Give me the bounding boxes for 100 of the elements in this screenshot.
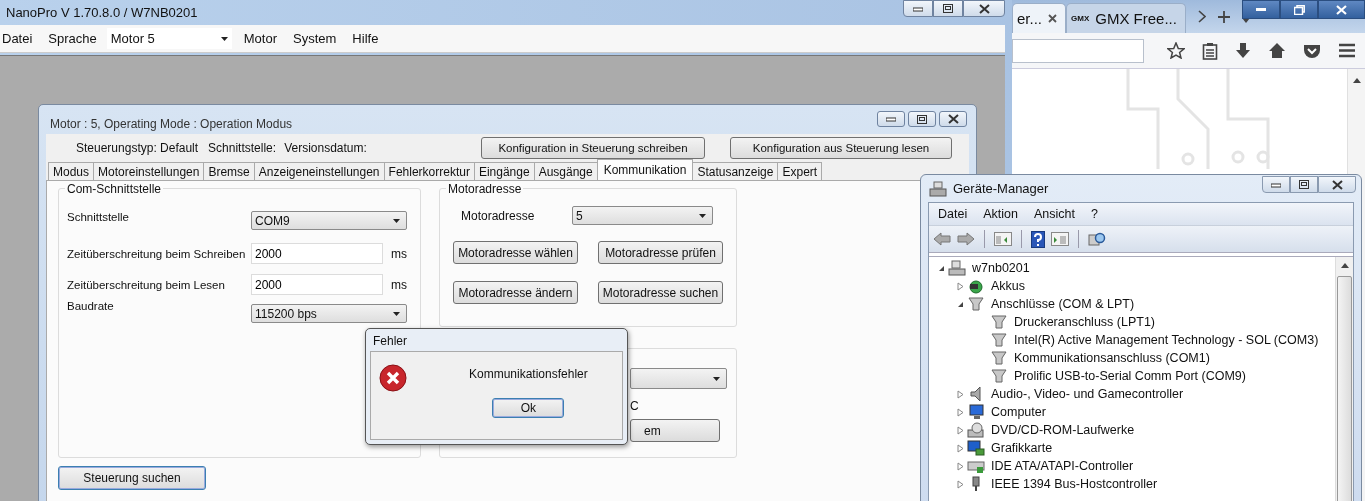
pocket-icon[interactable]: [1303, 42, 1321, 59]
scan-hardware-icon[interactable]: [1088, 231, 1106, 247]
minimize-button[interactable]: [1242, 0, 1280, 19]
expand-arrow-icon[interactable]: [957, 389, 964, 399]
properties-icon[interactable]: [1051, 232, 1069, 246]
dropdown-arrow-icon: [699, 213, 706, 218]
tree-item[interactable]: Anschlüsse (COM & LPT): [991, 297, 1135, 311]
menu-item[interactable]: Hilfe: [346, 31, 389, 46]
menu-item[interactable]: Sprache: [42, 31, 107, 46]
maximize-icon: [917, 114, 927, 124]
tree-item[interactable]: IDE ATA/ATAPI-Controller: [991, 459, 1134, 473]
maximize-button[interactable]: [1290, 176, 1318, 193]
home-icon[interactable]: [1268, 42, 1286, 59]
scroll-tabs-icon[interactable]: [1197, 10, 1206, 23]
dropdown-arrow-icon: [713, 376, 720, 381]
computer-icon: [948, 260, 966, 276]
dialog-title: Fehler: [372, 334, 408, 350]
menu-item[interactable]: ?: [1090, 207, 1098, 221]
expand-arrow-icon[interactable]: [957, 443, 964, 453]
dropdown[interactable]: [630, 368, 727, 389]
address-field[interactable]: [1012, 38, 1144, 63]
tab[interactable]: Anzeigeneinstellungen: [253, 162, 385, 180]
browser-tab[interactable]: GMX GMX Free...: [1066, 3, 1186, 33]
help-icon[interactable]: [1031, 230, 1045, 248]
dropdown[interactable]: 5: [572, 206, 713, 225]
tree-item[interactable]: Audio-, Video- und Gamecontroller: [991, 387, 1184, 401]
tab[interactable]: Kommunikation: [596, 159, 694, 180]
tab[interactable]: Eingänge: [473, 162, 535, 180]
search-controller-button[interactable]: Steuerung suchen: [58, 466, 206, 490]
close-button[interactable]: [939, 111, 967, 127]
tree-item[interactable]: Druckeranschluss (LPT1): [1014, 315, 1155, 329]
browser-tab[interactable]: er...: [1012, 3, 1066, 33]
tab[interactable]: Statusanzeige: [692, 162, 779, 180]
close-button[interactable]: [963, 0, 1005, 17]
info-label: Steuerungstyp: Default: [76, 140, 199, 155]
tree-item[interactable]: w7nb0201: [972, 261, 1030, 275]
forward-icon[interactable]: [957, 232, 975, 246]
tab[interactable]: Ausgänge: [533, 162, 598, 180]
motor-dropdown[interactable]: Motor 5: [106, 28, 232, 49]
clipboard-icon[interactable]: [1202, 41, 1218, 60]
restore-button[interactable]: [1280, 0, 1318, 19]
action-button[interactable]: em: [630, 419, 720, 442]
tree-item[interactable]: IEEE 1394 Bus-Hostcontroller: [991, 477, 1158, 491]
maximize-button[interactable]: [908, 111, 936, 127]
minimize-icon: [1256, 7, 1266, 12]
minimize-button[interactable]: [877, 111, 905, 127]
scrollbar-thumb[interactable]: [1337, 276, 1352, 501]
tree-item[interactable]: Akkus: [991, 279, 1026, 293]
download-icon[interactable]: [1235, 42, 1251, 59]
new-tab-icon[interactable]: [1217, 11, 1230, 23]
tree-item[interactable]: Computer: [991, 405, 1046, 419]
monitor-icon: [967, 404, 985, 420]
address-button[interactable]: Motoradresse prüfen: [598, 241, 723, 264]
dropdown-arrow-icon: [220, 36, 228, 41]
tab[interactable]: Expert: [777, 162, 823, 180]
tree-item[interactable]: Intel(R) Active Management Technology - SOL (COM3): [1014, 333, 1319, 347]
minimize-icon: [886, 116, 896, 122]
tree-item[interactable]: Kommunikationsanschluss (COM1): [1014, 351, 1210, 365]
expand-arrow-icon[interactable]: [957, 407, 964, 417]
address-button[interactable]: Motoradresse wählen: [453, 241, 578, 264]
menu-icon[interactable]: [1338, 43, 1356, 58]
console-tree-icon[interactable]: [994, 232, 1012, 246]
expand-arrow-icon[interactable]: [957, 425, 964, 435]
tree-item[interactable]: Prolific USB-to-Serial Comm Port (COM9): [1014, 369, 1246, 383]
error-message: Kommunikationsfehler: [469, 367, 588, 381]
expand-arrow-icon[interactable]: [957, 479, 964, 489]
close-button[interactable]: [1318, 0, 1365, 19]
field-label: Zeitüberschreitung beim Lesen: [67, 278, 226, 291]
menu-item[interactable]: System: [287, 31, 347, 46]
menu-item[interactable]: Aktion: [983, 207, 1018, 221]
write-config-button[interactable]: Konfiguration in Steuerung schreiben: [481, 136, 705, 159]
close-button[interactable]: [1318, 176, 1356, 193]
menu-item[interactable]: Datei: [0, 31, 43, 46]
maximize-button[interactable]: [933, 0, 963, 17]
collapse-arrow-icon[interactable]: [938, 264, 945, 272]
expand-arrow-icon[interactable]: [957, 281, 964, 291]
expand-arrow-icon[interactable]: [957, 461, 964, 471]
dropdown[interactable]: COM9: [251, 211, 407, 230]
close-tab-icon[interactable]: [1048, 14, 1057, 23]
menu-item[interactable]: Datei: [938, 207, 968, 221]
address-button[interactable]: Motoradresse suchen: [598, 281, 723, 304]
ok-button[interactable]: Ok: [492, 398, 565, 418]
input-field[interactable]: 2000: [251, 243, 383, 264]
close-icon: [1336, 4, 1347, 15]
collapse-arrow-icon[interactable]: [957, 300, 964, 308]
address-button[interactable]: Motoradresse ändern: [453, 281, 578, 304]
scroll-up-icon[interactable]: [1352, 78, 1361, 83]
back-icon[interactable]: [933, 232, 951, 246]
tab[interactable]: Motoreinstellungen: [93, 162, 205, 180]
menu-item[interactable]: Motor: [237, 31, 287, 46]
tab[interactable]: Modus: [48, 162, 95, 180]
read-config-button[interactable]: Konfiguration aus Steuerung lesen: [730, 136, 952, 159]
scroll-up-icon[interactable]: [1340, 263, 1349, 268]
input-field[interactable]: 2000: [251, 274, 383, 295]
dropdown[interactable]: 115200 bps: [251, 304, 407, 323]
tree-item[interactable]: DVD/CD-ROM-Laufwerke: [991, 423, 1135, 437]
menu-item[interactable]: Ansicht: [1033, 207, 1075, 221]
tree-item[interactable]: Grafikkarte: [991, 441, 1053, 455]
bookmark-star-icon[interactable]: [1167, 42, 1185, 59]
unit-label: ms: [391, 246, 407, 261]
